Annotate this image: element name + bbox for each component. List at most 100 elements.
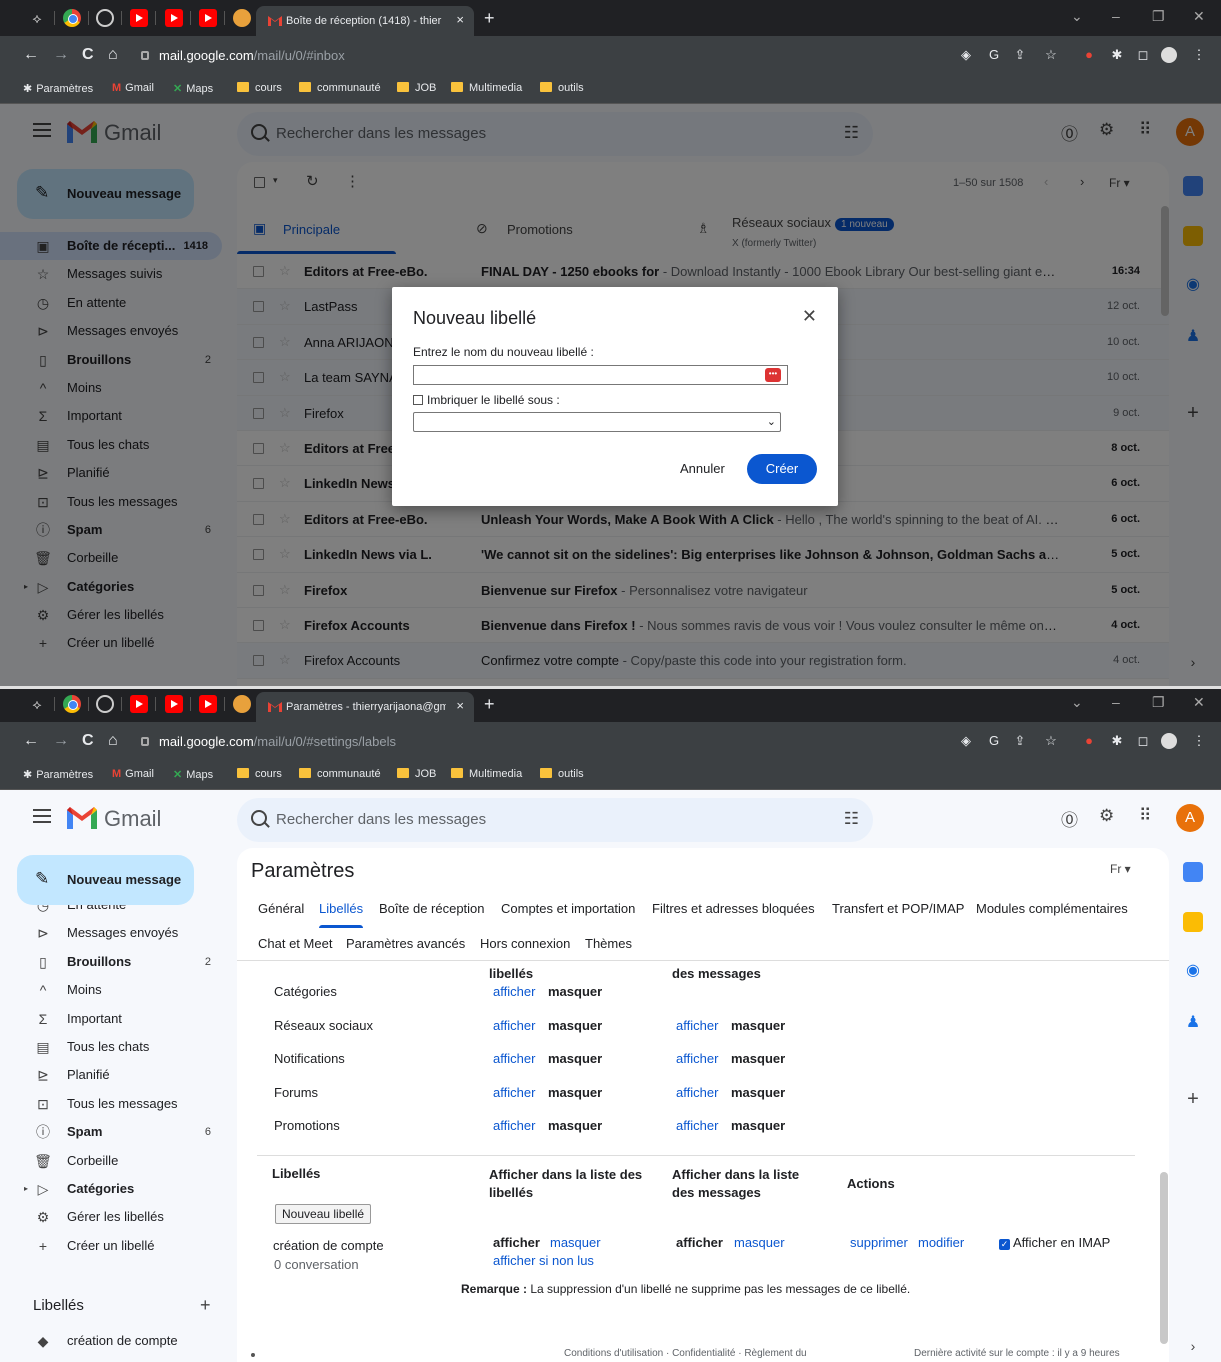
msg-show-link[interactable]: afficher: [676, 1085, 718, 1100]
close-window-icon[interactable]: ✕: [1193, 694, 1205, 711]
list-show-link[interactable]: afficher: [493, 1051, 535, 1066]
url-field[interactable]: mail.google.com/mail/u/0/#inbox: [141, 45, 935, 67]
compose-button[interactable]: ✎ Nouveau message: [17, 855, 194, 905]
bookmark-star-icon[interactable]: ☆: [1043, 47, 1059, 63]
reload-icon[interactable]: C: [82, 46, 94, 64]
extension-icon[interactable]: ●: [1081, 47, 1097, 63]
delete-label-link[interactable]: supprimer: [850, 1235, 908, 1250]
bookmark-folder[interactable]: Multimedia: [451, 768, 522, 780]
settings-tab[interactable]: Libellés: [319, 901, 364, 928]
bookmark-folder[interactable]: Multimedia: [451, 82, 522, 94]
sidebar-item[interactable]: 🗑 Corbeille: [0, 1147, 225, 1175]
settings-tab[interactable]: Général: [258, 901, 304, 916]
location-icon[interactable]: ◈: [958, 733, 974, 749]
list-show-unread-link[interactable]: afficher si non lus: [493, 1253, 594, 1268]
forward-icon[interactable]: →: [53, 732, 69, 750]
apps-grid-icon[interactable]: ⠿: [1139, 806, 1151, 826]
search-input[interactable]: Rechercher dans les messages: [276, 811, 486, 828]
create-label-plus-icon[interactable]: +: [200, 1295, 211, 1316]
list-show-link[interactable]: afficher: [493, 1085, 535, 1100]
pinned-tab-github-icon[interactable]: [96, 9, 114, 27]
bookmark-folder[interactable]: JOB: [397, 82, 436, 94]
new-tab-button[interactable]: +: [484, 694, 495, 715]
msg-show-link[interactable]: afficher: [676, 1051, 718, 1066]
input-tool-button[interactable]: Fr ▾: [1110, 862, 1131, 876]
new-tab-button[interactable]: +: [484, 8, 495, 29]
bookmark-item[interactable]: ✱ Paramètres: [23, 82, 93, 95]
keep-icon[interactable]: [1183, 912, 1203, 932]
imap-checkbox[interactable]: ✓: [999, 1239, 1010, 1250]
home-icon[interactable]: ⌂: [108, 46, 118, 64]
nest-label-option[interactable]: Imbriquer le libellé sous :: [413, 393, 560, 407]
settings-tab[interactable]: Hors connexion: [480, 936, 570, 951]
home-icon[interactable]: ⌂: [108, 732, 118, 750]
parent-label-select[interactable]: ⌄: [413, 412, 781, 432]
password-extension-icon[interactable]: •••: [765, 368, 781, 382]
pinned-tab-chrome-icon[interactable]: [63, 9, 81, 27]
minimize-icon[interactable]: –: [1112, 8, 1120, 24]
profile-icon[interactable]: [1161, 733, 1177, 749]
restore-icon[interactable]: ❐: [1152, 8, 1165, 25]
sidebar-item[interactable]: ▸ ▷ Catégories: [0, 1175, 225, 1203]
google-lens-icon[interactable]: G: [986, 733, 1002, 749]
pinned-tab-youtube-icon[interactable]: [130, 695, 148, 713]
pinned-tab-youtube-icon[interactable]: [165, 695, 183, 713]
sidebar-item[interactable]: ⓘ Spam 6: [0, 1118, 225, 1146]
bookmark-star-icon[interactable]: ☆: [1043, 733, 1059, 749]
msg-show-link[interactable]: afficher: [676, 1018, 718, 1033]
bookmark-item[interactable]: M Gmail: [112, 82, 154, 94]
bookmark-folder[interactable]: cours: [237, 768, 282, 780]
create-button[interactable]: Créer: [747, 454, 817, 484]
settings-gear-icon[interactable]: ⚙: [1099, 806, 1114, 826]
restore-icon[interactable]: ❐: [1152, 694, 1165, 711]
bookmark-item[interactable]: M Gmail: [112, 768, 154, 780]
bookmark-folder[interactable]: JOB: [397, 768, 436, 780]
tab-search-icon[interactable]: ⌄: [1071, 694, 1083, 711]
settings-tab[interactable]: Paramètres avancés: [346, 936, 465, 951]
msg-show-link[interactable]: afficher: [676, 1118, 718, 1133]
settings-tab[interactable]: Thèmes: [585, 936, 632, 951]
msg-hide-link[interactable]: masquer: [734, 1235, 785, 1250]
location-icon[interactable]: ◈: [958, 47, 974, 63]
sidebar-label-item[interactable]: ◆ création de compte: [0, 1327, 225, 1355]
pinned-tab-icon[interactable]: ⟡: [28, 9, 46, 27]
browser-menu-icon[interactable]: ⋮: [1191, 47, 1207, 63]
extensions-puzzle-icon[interactable]: ✱: [1109, 733, 1125, 749]
expand-caret-icon[interactable]: ▸: [24, 1175, 28, 1203]
share-icon[interactable]: ⇪: [1012, 47, 1028, 63]
share-icon[interactable]: ⇪: [1012, 733, 1028, 749]
search-icon[interactable]: [251, 810, 267, 826]
tab-search-icon[interactable]: ⌄: [1071, 8, 1083, 25]
list-show-link[interactable]: afficher: [493, 1018, 535, 1033]
footer-links[interactable]: Conditions d'utilisation · Confidentiali…: [564, 1348, 807, 1359]
bookmark-item[interactable]: ✱ Paramètres: [23, 768, 93, 781]
sidebar-item[interactable]: ⊡ Tous les messages: [0, 1090, 225, 1118]
bookmark-folder[interactable]: cours: [237, 82, 282, 94]
settings-tab[interactable]: Comptes et importation: [501, 901, 635, 916]
extensions-puzzle-icon[interactable]: ✱: [1109, 47, 1125, 63]
sidebar-item[interactable]: + Créer un libellé: [0, 1232, 225, 1260]
calendar-icon[interactable]: [1183, 862, 1203, 882]
pinned-tab-github-icon[interactable]: [96, 695, 114, 713]
settings-tab[interactable]: Modules complémentaires: [976, 901, 1128, 916]
imap-option[interactable]: ✓ Afficher en IMAP: [999, 1235, 1110, 1250]
sidebar-item[interactable]: ◷ En attente: [0, 903, 225, 919]
list-hide-link[interactable]: masquer: [550, 1235, 601, 1250]
side-panel-icon[interactable]: ◻: [1135, 47, 1151, 63]
back-icon[interactable]: ←: [23, 732, 39, 750]
cancel-button[interactable]: Annuler: [680, 461, 725, 476]
settings-tab[interactable]: Chat et Meet: [258, 936, 332, 951]
close-window-icon[interactable]: ✕: [1193, 8, 1205, 25]
search-bar[interactable]: Rechercher dans les messages ☷: [237, 798, 873, 842]
sidebar-item[interactable]: ⊳ Messages envoyés: [0, 919, 225, 947]
help-icon[interactable]: ⓪: [1061, 806, 1078, 831]
tab-close-icon[interactable]: ×: [456, 698, 464, 713]
sidebar-item[interactable]: ⚙ Gérer les libellés: [0, 1203, 225, 1231]
sidebar-item[interactable]: ^ Moins: [0, 976, 225, 1004]
active-tab[interactable]: Boîte de réception (1418) - thier ×: [256, 6, 474, 36]
search-options-icon[interactable]: ☷: [844, 809, 859, 829]
profile-icon[interactable]: [1161, 47, 1177, 63]
minimize-icon[interactable]: –: [1112, 694, 1120, 710]
bookmark-item[interactable]: ✕ Maps: [173, 82, 213, 95]
settings-tab[interactable]: Boîte de réception: [379, 901, 485, 916]
